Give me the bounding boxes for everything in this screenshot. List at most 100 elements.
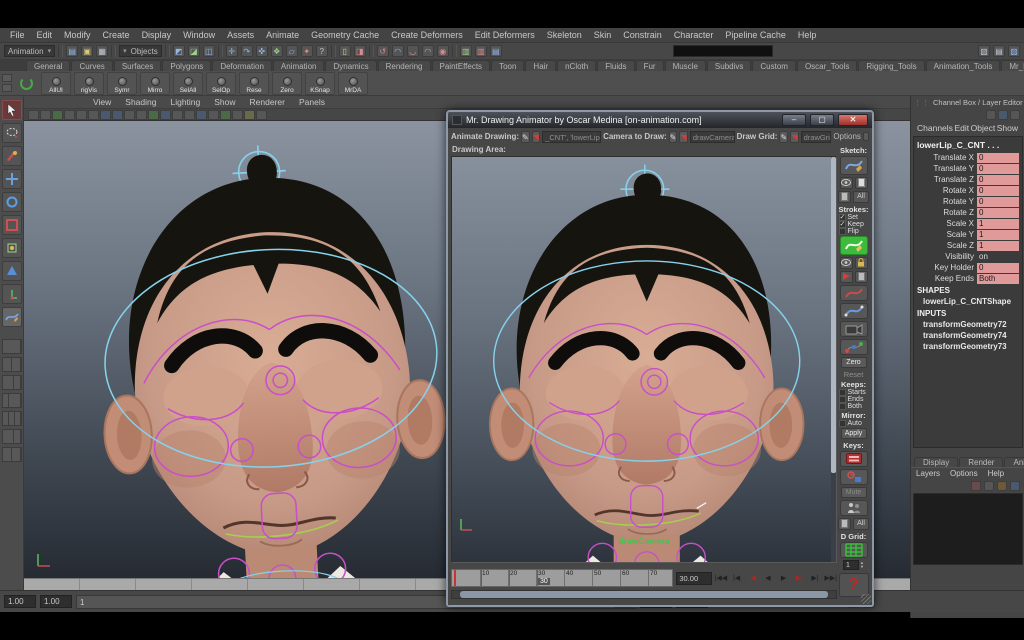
- shelf-tab[interactable]: Toon: [491, 60, 524, 71]
- viewport-toolbar-icon[interactable]: [28, 110, 39, 120]
- layer-editor-tab[interactable]: Render: [959, 457, 1003, 467]
- viewport-toolbar-icon[interactable]: [88, 110, 99, 120]
- delete-stroke-icon[interactable]: [840, 271, 853, 283]
- shelf-tab[interactable]: Hair: [525, 60, 556, 71]
- shelf-tab[interactable]: General: [26, 60, 70, 71]
- viewport-toolbar-icon[interactable]: [136, 110, 147, 120]
- menu-item[interactable]: Skeleton: [541, 30, 588, 40]
- channel-value-field[interactable]: 0: [977, 164, 1019, 174]
- viewport-toolbar-icon[interactable]: [52, 110, 63, 120]
- mute-button[interactable]: Mute: [841, 487, 867, 498]
- ipr-render-icon[interactable]: ▥: [475, 45, 487, 57]
- layout-hypershade[interactable]: [2, 429, 22, 444]
- sidebar-toggle-icon[interactable]: ▧: [978, 45, 990, 57]
- channel-value-field[interactable]: on: [977, 252, 1019, 262]
- page-icon[interactable]: [855, 271, 868, 283]
- shelf-button[interactable]: AllUI: [41, 72, 71, 95]
- viewport-menu-item[interactable]: Panels: [292, 97, 332, 107]
- viewport-menu-item[interactable]: Show: [207, 97, 242, 107]
- channel-value-field[interactable]: 1: [977, 219, 1019, 229]
- snap-point-icon[interactable]: ✜: [256, 45, 268, 57]
- snap-magnet4-icon[interactable]: ◉: [437, 45, 449, 57]
- new-empty-layer-icon[interactable]: [984, 481, 994, 491]
- select-component-icon[interactable]: ◫: [203, 45, 215, 57]
- attribute-editor-toggle-icon[interactable]: ▨: [1008, 45, 1020, 57]
- shelf-arrows[interactable]: [2, 74, 12, 92]
- current-frame-field[interactable]: 30.00: [676, 572, 711, 585]
- options-checkbox[interactable]: [863, 132, 869, 141]
- shelf-button[interactable]: KSnap: [305, 72, 335, 95]
- shelf-tab[interactable]: Fur: [636, 60, 664, 71]
- channel-value-field[interactable]: 0: [977, 263, 1019, 273]
- shelf-tab[interactable]: Deformation: [212, 60, 272, 71]
- layout-two-pane[interactable]: [2, 375, 22, 390]
- menu-item[interactable]: Edit: [31, 30, 59, 40]
- channelbox-toggle-icon[interactable]: ▤: [993, 45, 1005, 57]
- shelf-button[interactable]: Symr: [107, 72, 137, 95]
- viewport-toolbar-icon[interactable]: [256, 110, 267, 120]
- layer-editor-menu-item[interactable]: Help: [988, 469, 1004, 478]
- viewport-menu-item[interactable]: View: [86, 97, 118, 107]
- command-line-input[interactable]: [673, 45, 773, 57]
- viewport-toolbar-icon[interactable]: [196, 110, 207, 120]
- layer-editor-tab[interactable]: Display: [914, 457, 958, 467]
- history-toggle-icon[interactable]: ◨: [354, 45, 366, 57]
- make-live-icon[interactable]: ✦: [301, 45, 313, 57]
- menu-item[interactable]: Edit Deformers: [469, 30, 541, 40]
- select-object-icon[interactable]: ◪: [188, 45, 200, 57]
- maximize-button[interactable]: ▢: [810, 114, 834, 126]
- viewport-menu-item[interactable]: Renderer: [243, 97, 292, 107]
- move-tool[interactable]: [2, 169, 22, 189]
- layer-move-up-icon[interactable]: [997, 481, 1007, 491]
- menu-item[interactable]: Skin: [588, 30, 618, 40]
- page-icon[interactable]: [838, 518, 851, 530]
- window-titlebar[interactable]: Mr. Drawing Animator by Oscar Medina [on…: [448, 112, 872, 128]
- viewport-toolbar-icon[interactable]: [40, 110, 51, 120]
- shelf-button[interactable]: Zero: [272, 72, 302, 95]
- character-keys-button[interactable]: [840, 500, 868, 516]
- viewport-toolbar-icon[interactable]: [160, 110, 171, 120]
- viewport-toolbar-icon[interactable]: [76, 110, 87, 120]
- minimize-button[interactable]: –: [782, 114, 806, 126]
- help-inline-icon[interactable]: ?: [316, 45, 328, 57]
- select-hierarchy-icon[interactable]: ◩: [173, 45, 185, 57]
- shelf-button[interactable]: SelOp: [206, 72, 236, 95]
- resize-grip[interactable]: [861, 594, 871, 604]
- visibility-eye-icon[interactable]: [840, 257, 853, 269]
- snap-grid-icon[interactable]: ✛: [226, 45, 238, 57]
- viewport-toolbar-icon[interactable]: [100, 110, 111, 120]
- grid-size-stepper[interactable]: 1 ▲▼: [843, 560, 864, 570]
- load-selection-icon[interactable]: ◥: [532, 131, 540, 143]
- shelf-tab[interactable]: PaintEffects: [432, 60, 491, 71]
- channel-box-menu-item[interactable]: Channels: [917, 123, 953, 133]
- hyperbolic-channel-icon[interactable]: [1010, 110, 1020, 120]
- menu-item[interactable]: Modify: [58, 30, 97, 40]
- universal-manip-tool[interactable]: [2, 238, 22, 258]
- viewport-toolbar-icon[interactable]: [148, 110, 159, 120]
- shelf-tab[interactable]: Muscle: [665, 60, 706, 71]
- selected-object-name[interactable]: lowerLip_C_CNT . . .: [915, 139, 1021, 152]
- horizontal-scrollbar[interactable]: [451, 590, 837, 599]
- shelf-tab[interactable]: Polygons: [162, 60, 211, 71]
- shelf-button[interactable]: MrDA: [338, 72, 368, 95]
- pencil-icon[interactable]: ✎: [521, 131, 530, 143]
- menu-item[interactable]: Help: [792, 30, 823, 40]
- starts-checkbox[interactable]: Starts: [839, 389, 869, 396]
- layer-editor-menu-item[interactable]: Layers: [916, 469, 940, 478]
- select-all-strokes-button[interactable]: All: [853, 191, 869, 203]
- flip-checkbox[interactable]: Flip: [839, 228, 869, 235]
- menu-item[interactable]: Display: [136, 30, 178, 40]
- channel-value-field[interactable]: 0: [977, 175, 1019, 185]
- viewport-toolbar-icon[interactable]: [220, 110, 231, 120]
- layer-move-down-icon[interactable]: [1010, 481, 1020, 491]
- channel-box-menu-item[interactable]: Edit: [954, 123, 969, 133]
- load-selection-icon[interactable]: ◥: [679, 131, 687, 143]
- menu-item[interactable]: Assets: [221, 30, 260, 40]
- pencil-icon[interactable]: ✎: [669, 131, 678, 143]
- keep-checkbox[interactable]: ✓Keep: [839, 221, 869, 228]
- layer-editor-menu-item[interactable]: Options: [950, 469, 978, 478]
- viewport-toolbar-icon[interactable]: [112, 110, 123, 120]
- shelf-tab[interactable]: Rendering: [378, 60, 431, 71]
- viewport-toolbar-icon[interactable]: [124, 110, 135, 120]
- layout-single-pane[interactable]: [2, 339, 22, 354]
